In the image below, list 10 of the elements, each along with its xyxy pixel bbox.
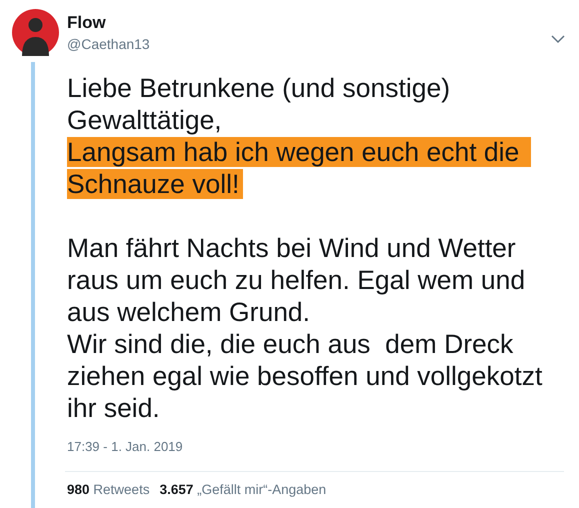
stat-link[interactable]: 3.657 „Gefällt mir“-Angaben (160, 480, 326, 500)
tweet-text: Man fährt Nachts bei Wind und Wetter raus um euch zu helfen. Egal wem und aus welchem Grund. (67, 232, 526, 328)
tweet-text: Wir sind die, die euch aus dem Dreck ziehen egal wie besoffen und vollgekotzt ihr seid. (67, 328, 544, 424)
stat-link[interactable]: 980 Retweets (67, 480, 150, 500)
avatar[interactable] (12, 9, 59, 56)
tweet-text: Liebe Betrunkene (und sonstige) Gewalttätige, (67, 72, 452, 136)
chevron-down-icon[interactable] (551, 35, 565, 44)
author-name[interactable]: Flow (67, 13, 150, 33)
timestamp[interactable]: 17:39 - 1. Jan. 2019 (67, 439, 183, 454)
author-handle[interactable]: @Caethan13 (67, 34, 150, 54)
